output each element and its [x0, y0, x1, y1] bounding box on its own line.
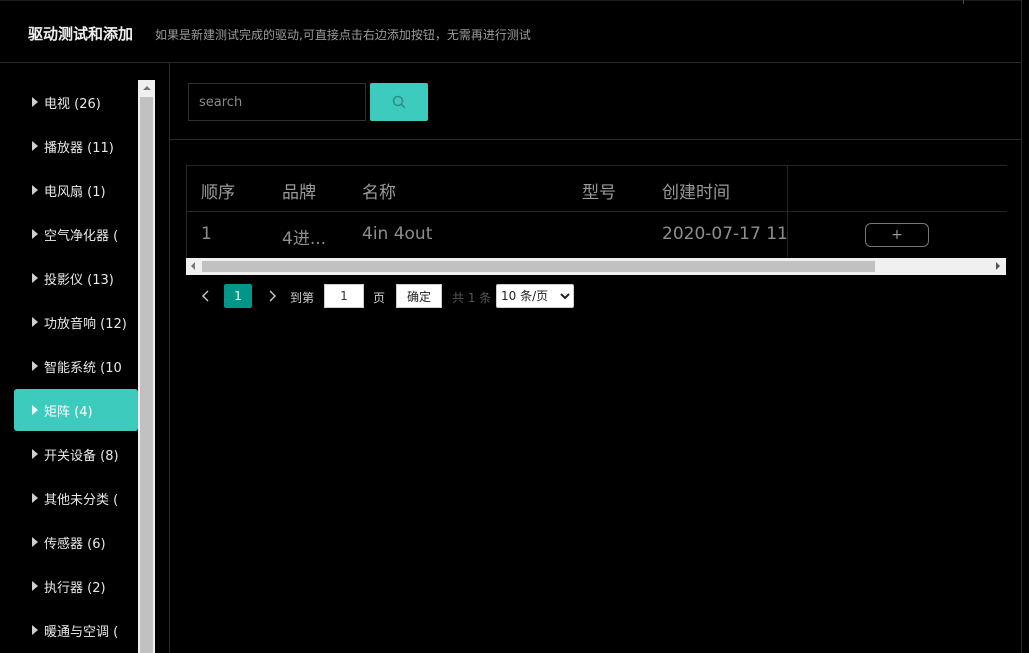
column-header-name: 名称: [362, 183, 396, 203]
search-input[interactable]: [188, 83, 366, 121]
total-count-label: 共 1 条: [452, 291, 492, 305]
scroll-left-arrow-icon[interactable]: [191, 262, 195, 270]
category-label: 功放音响 (12): [44, 316, 127, 332]
category-item[interactable]: 智能系统 (10: [14, 345, 138, 387]
caret-right-icon: [32, 405, 38, 415]
page-subtitle: 如果是新建测试完成的驱动,可直接点击右边添加按钮，无需再进行测试: [155, 28, 531, 42]
category-item-active[interactable]: 矩阵 (4): [14, 389, 138, 431]
category-item[interactable]: 其他未分类 (: [14, 477, 138, 519]
cell-order: 1: [201, 224, 212, 244]
category-item[interactable]: 电风扇 (1): [14, 169, 138, 211]
category-label: 电风扇 (1): [44, 184, 106, 200]
fixed-column-divider: [788, 211, 1007, 212]
goto-label: 到第: [290, 291, 315, 305]
caret-right-icon: [32, 625, 38, 635]
category-item[interactable]: 执行器 (2): [14, 565, 138, 607]
category-sidebar: 电视 (26) 播放器 (11) 电风扇 (1) 空气净化器 ( 投影仪 (13…: [14, 80, 138, 653]
scroll-right-arrow-icon[interactable]: [996, 262, 1000, 270]
goto-confirm-button[interactable]: 确定: [396, 284, 442, 308]
caret-right-icon: [32, 361, 38, 371]
header-tick: [963, 0, 964, 4]
caret-right-icon: [32, 97, 38, 107]
page-header: 驱动测试和添加 如果是新建测试完成的驱动,可直接点击右边添加按钮，无需再进行测试: [0, 0, 1022, 63]
header-top-line: [0, 0, 1022, 1]
page-size-select[interactable]: 10 条/页: [496, 284, 574, 308]
right-edge-line: [1021, 0, 1022, 653]
category-item[interactable]: 功放音响 (12): [14, 301, 138, 343]
cell-brand: 4进...: [282, 229, 327, 249]
category-label: 暖通与空调 (: [44, 624, 119, 640]
category-label: 投影仪 (13): [44, 272, 114, 288]
table-horizontal-scrollbar[interactable]: [186, 258, 1006, 275]
category-item[interactable]: 暖通与空调 (: [14, 609, 138, 651]
next-page-button[interactable]: [262, 286, 282, 306]
column-header-created: 创建时间: [662, 183, 730, 203]
caret-right-icon: [32, 317, 38, 327]
column-header-model: 型号: [582, 183, 616, 203]
category-label: 其他未分类 (: [44, 492, 119, 508]
caret-right-icon: [32, 449, 38, 459]
chevron-left-icon: [202, 290, 209, 302]
category-item[interactable]: 开关设备 (8): [14, 433, 138, 475]
search-icon: [392, 95, 406, 109]
caret-right-icon: [32, 185, 38, 195]
column-header-brand: 品牌: [282, 183, 316, 203]
cell-created: 2020-07-17 11:4: [662, 224, 805, 244]
caret-right-icon: [32, 537, 38, 547]
caret-right-icon: [32, 581, 38, 591]
category-label: 空气净化器 (: [44, 228, 119, 244]
category-label: 电视 (26): [44, 96, 101, 112]
category-item[interactable]: 传感器 (6): [14, 521, 138, 563]
cell-name: 4in 4out: [362, 224, 433, 244]
sidebar-scrollbar[interactable]: [138, 80, 155, 653]
current-page-button[interactable]: 1: [224, 284, 252, 308]
category-item[interactable]: 投影仪 (13): [14, 257, 138, 299]
scroll-up-arrow-icon[interactable]: [138, 80, 155, 97]
page-title: 驱动测试和添加: [28, 25, 134, 43]
search-button[interactable]: [370, 83, 428, 121]
category-label: 智能系统 (10: [44, 360, 122, 376]
page-unit-label: 页: [373, 291, 386, 305]
category-label: 播放器 (11): [44, 140, 114, 156]
category-label: 矩阵 (4): [44, 404, 93, 420]
category-label: 执行器 (2): [44, 580, 106, 596]
category-item[interactable]: 电视 (26): [14, 81, 138, 123]
toolbar-divider: [170, 139, 1022, 140]
column-header-order: 顺序: [201, 183, 235, 203]
category-label: 传感器 (6): [44, 536, 106, 552]
goto-page-input[interactable]: [324, 284, 364, 308]
sidebar-divider: [169, 63, 170, 653]
chevron-right-icon: [269, 290, 276, 302]
fixed-action-column: +: [787, 166, 1007, 257]
add-driver-button[interactable]: +: [865, 223, 929, 247]
caret-right-icon: [32, 493, 38, 503]
category-item[interactable]: 播放器 (11): [14, 125, 138, 167]
scrollbar-thumb[interactable]: [140, 97, 153, 653]
category-item[interactable]: 空气净化器 (: [14, 213, 138, 255]
caret-right-icon: [32, 229, 38, 239]
driver-table: 顺序 品牌 名称 型号 创建时间 1 4进... 4in 4out 2020-0…: [186, 165, 1007, 259]
category-label: 开关设备 (8): [44, 448, 119, 464]
prev-page-button[interactable]: [196, 286, 216, 306]
caret-right-icon: [32, 273, 38, 283]
scrollbar-thumb[interactable]: [202, 261, 875, 272]
caret-right-icon: [32, 141, 38, 151]
